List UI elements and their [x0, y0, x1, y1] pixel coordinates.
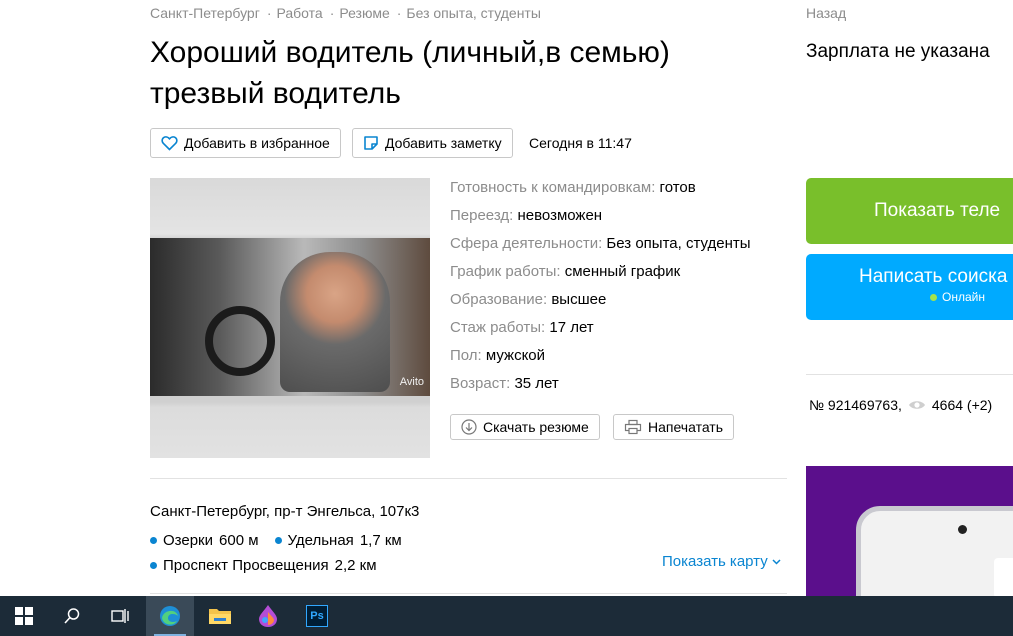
online-status: Онлайн — [930, 290, 985, 304]
metro-line-dot — [150, 537, 157, 544]
ad-meta: № 921469763, 4664 (+2) — [809, 397, 992, 413]
paint-drop-icon[interactable] — [244, 596, 292, 636]
online-dot-icon — [930, 293, 937, 301]
ad-banner[interactable] — [806, 466, 1013, 596]
address: Санкт-Петербург, пр-т Энгельса, 107к3 — [150, 503, 420, 520]
avito-watermark: Avito — [399, 376, 424, 388]
resume-fields: Готовность к командировкам: готов Переез… — [450, 178, 751, 402]
field-experience: Стаж работы: 17 лет — [450, 318, 751, 346]
field-key: График работы: — [450, 263, 561, 280]
divider — [150, 478, 787, 479]
breadcrumb-item-category[interactable]: Без опыта, студенты — [406, 5, 541, 21]
write-message-label: Написать соиска — [859, 266, 1008, 287]
note-icon — [364, 136, 378, 150]
field-value: 17 лет — [549, 319, 594, 336]
field-schedule: График работы: сменный график — [450, 262, 751, 290]
metro-row: Озерки 600 м Удельная 1,7 км — [150, 528, 419, 553]
field-key: Возраст: — [450, 375, 511, 392]
show-map-link[interactable]: Показать карту — [662, 553, 781, 570]
photoshop-icon[interactable]: Ps — [293, 596, 341, 636]
divider — [806, 374, 1013, 375]
metro-station-name: Проспект Просвещения — [163, 557, 329, 574]
field-age: Возраст: 35 лет — [450, 374, 751, 402]
write-message-button[interactable]: Написать соиска Онлайн — [806, 254, 1013, 320]
location-block: Санкт-Петербург, пр-т Энгельса, 107к3 Оз… — [150, 503, 419, 578]
field-value: сменный график — [564, 263, 681, 280]
field-key: Сфера деятельности: — [450, 235, 603, 252]
field-key: Образование: — [450, 291, 548, 308]
metro-station-name: Озерки — [163, 532, 214, 549]
ad-card-fragment — [994, 558, 1013, 596]
add-note-button[interactable]: Добавить заметку — [352, 128, 513, 158]
metro-station-distance: 2,2 км — [334, 557, 377, 574]
field-value: 35 лет — [514, 375, 559, 392]
add-to-favorites-button[interactable]: Добавить в избранное — [150, 128, 341, 158]
field-key: Переезд: — [450, 207, 514, 224]
print-button[interactable]: Напечатать — [613, 414, 735, 440]
download-icon — [461, 419, 477, 435]
field-relocation: Переезд: невозможен — [450, 206, 751, 234]
photo-person — [280, 252, 390, 392]
windows-start-icon[interactable] — [0, 596, 48, 636]
metro-station-distance: 1,7 км — [359, 532, 402, 549]
views-count: 4664 (+2) — [931, 397, 993, 413]
field-value: готов — [659, 179, 696, 196]
resume-photo[interactable]: Avito — [150, 178, 430, 458]
metro-station-distance: 600 м — [219, 532, 259, 549]
add-to-favorites-label: Добавить в избранное — [184, 135, 330, 151]
field-business-trips: Готовность к командировкам: готов — [450, 178, 751, 206]
show-phone-button[interactable]: Показать теле — [806, 178, 1013, 244]
printer-icon — [624, 419, 642, 435]
breadcrumb-separator: · — [266, 5, 272, 21]
windows-taskbar: Ps — [0, 596, 1013, 636]
task-view-icon[interactable] — [96, 596, 144, 636]
phone-camera — [958, 525, 967, 534]
show-map-label: Показать карту — [662, 553, 768, 570]
metro-line-dot — [274, 537, 282, 544]
field-value: Без опыта, студенты — [606, 235, 751, 252]
online-label: Онлайн — [942, 290, 985, 304]
metro-station-name: Удельная — [287, 532, 354, 549]
field-gender: Пол: мужской — [450, 346, 751, 374]
search-icon[interactable] — [48, 596, 96, 636]
add-note-label: Добавить заметку — [385, 135, 502, 151]
photo-steering-wheel — [205, 306, 275, 376]
download-resume-button[interactable]: Скачать резюме — [450, 414, 600, 440]
salary: Зарплата не указана — [806, 41, 990, 62]
photoshop-label: Ps — [306, 605, 328, 627]
field-value: высшее — [551, 291, 607, 308]
field-sphere: Сфера деятельности: Без опыта, студенты — [450, 234, 751, 262]
field-key: Стаж работы: — [450, 319, 546, 336]
breadcrumb-item-resume[interactable]: Резюме — [339, 5, 389, 21]
print-label: Напечатать — [648, 419, 724, 435]
field-value: невозможен — [517, 207, 603, 224]
field-key: Готовность к командировкам: — [450, 179, 656, 196]
breadcrumb-separator: · — [329, 5, 335, 21]
divider — [150, 593, 787, 594]
field-education: Образование: высшее — [450, 290, 751, 318]
breadcrumb-separator: · — [396, 5, 402, 21]
show-phone-label: Показать теле — [874, 200, 1001, 221]
chevron-down-icon — [772, 559, 781, 565]
field-value: мужской — [485, 347, 546, 364]
metro-row: Проспект Просвещения 2,2 км — [150, 553, 419, 578]
published-date: Сегодня в 11:47 — [529, 135, 632, 151]
page-title: Хороший водитель (личный,в семью) трезвы… — [150, 36, 670, 110]
breadcrumb: Санкт-Петербург · Работа · Резюме · Без опыта,… — [150, 5, 543, 21]
heart-icon — [161, 136, 178, 151]
edge-browser-icon[interactable] — [146, 596, 194, 636]
field-key: Пол: — [450, 347, 482, 364]
metro-line-dot — [150, 562, 157, 569]
download-resume-label: Скачать резюме — [483, 419, 589, 435]
breadcrumb-item-city[interactable]: Санкт-Петербург — [150, 5, 260, 21]
ad-number: № 921469763, — [809, 397, 902, 413]
back-link[interactable]: Назад — [806, 5, 846, 21]
breadcrumb-item-work[interactable]: Работа — [276, 5, 322, 21]
phone-image — [856, 506, 1013, 596]
file-explorer-icon[interactable] — [196, 596, 244, 636]
eye-icon — [908, 401, 925, 409]
